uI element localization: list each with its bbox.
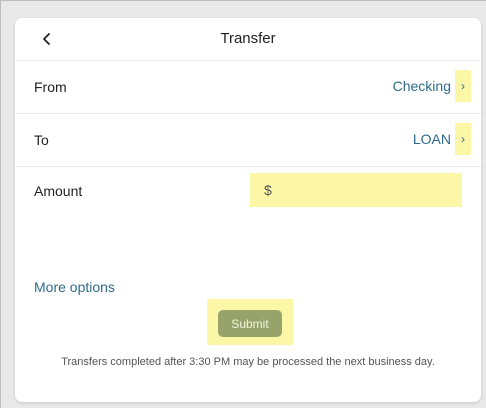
from-chevron-glyph: › — [461, 79, 465, 93]
submit-button[interactable]: Submit — [218, 310, 282, 337]
window-edge-left — [0, 0, 1, 408]
to-account-value[interactable]: LOAN — [413, 131, 451, 147]
from-chevron-right-icon[interactable]: › — [455, 70, 471, 102]
from-account-value[interactable]: Checking — [393, 78, 451, 94]
to-chevron-glyph: › — [461, 132, 465, 146]
disclaimer-text: Transfers completed after 3:30 PM may be… — [61, 356, 435, 368]
window-edge-top — [0, 0, 486, 1]
transfer-card: Transfer From Checking › To LOAN › Amoun… — [15, 18, 481, 402]
to-chevron-right-icon[interactable]: › — [455, 123, 471, 155]
amount-label: Amount — [34, 183, 83, 199]
header: Transfer — [15, 18, 481, 61]
currency-symbol: $ — [264, 182, 272, 198]
amount-field[interactable]: $ — [250, 173, 462, 207]
from-row[interactable]: From Checking › — [15, 61, 481, 114]
amount-input[interactable] — [275, 181, 450, 199]
page-title: Transfer — [220, 30, 276, 47]
to-label: To — [34, 132, 49, 148]
to-row[interactable]: To LOAN › — [15, 114, 481, 167]
more-options-link[interactable]: More options — [34, 279, 115, 295]
from-label: From — [34, 79, 67, 95]
